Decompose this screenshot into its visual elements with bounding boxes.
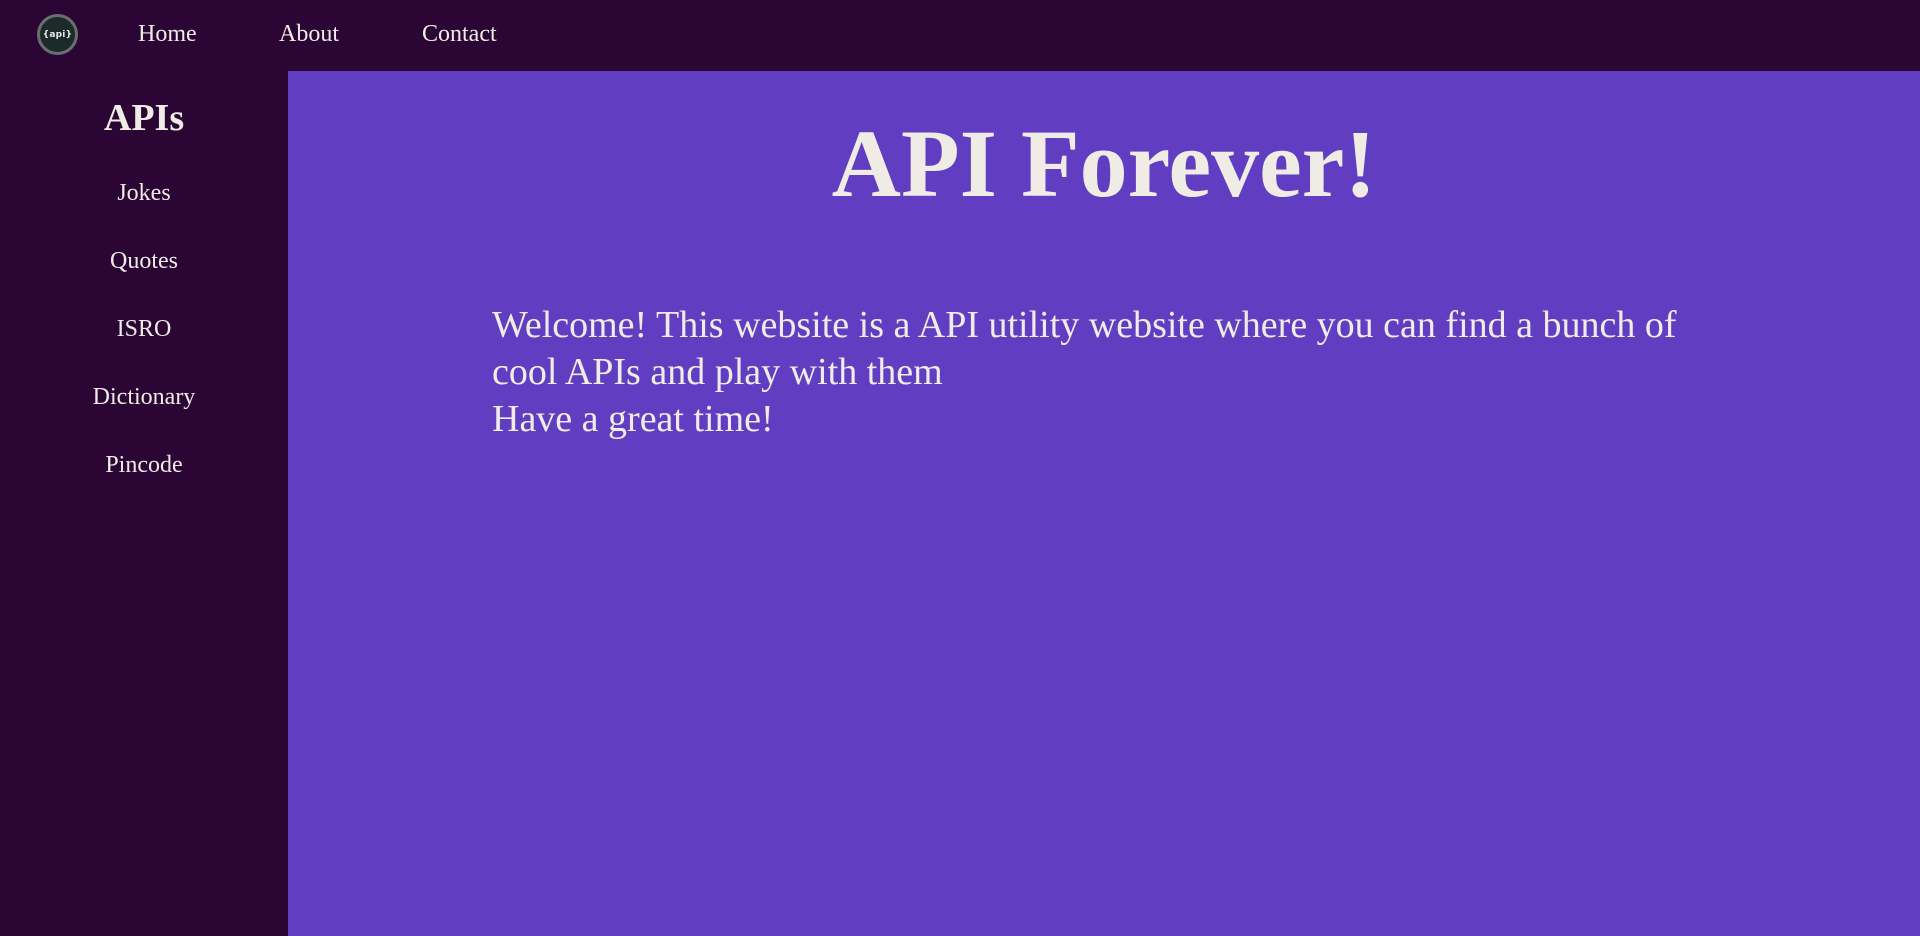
sidebar-item-pincode[interactable]: Pincode: [0, 450, 288, 480]
welcome-closing: Have a great time!: [492, 398, 774, 440]
top-navbar: {api} Home About Contact: [0, 0, 1920, 71]
page-title: API Forever!: [831, 110, 1377, 217]
sidebar-title: APIs: [103, 97, 185, 139]
api-logo-icon[interactable]: {api}: [37, 14, 78, 55]
nav-about-link[interactable]: About: [279, 19, 339, 49]
welcome-text: Welcome! This website is a API utility w…: [492, 302, 1742, 443]
main-content: API Forever! Welcome! This website is a …: [288, 71, 1920, 936]
sidebar-item-dictionary[interactable]: Dictionary: [0, 382, 288, 412]
welcome-message: Welcome! This website is a API utility w…: [492, 304, 1677, 393]
nav-home-link[interactable]: Home: [138, 19, 197, 49]
sidebar-item-isro[interactable]: ISRO: [0, 314, 288, 344]
sidebar-item-quotes[interactable]: Quotes: [0, 246, 288, 276]
nav-contact-link[interactable]: Contact: [422, 19, 497, 49]
sidebar: APIs Jokes Quotes ISRO Dictionary Pincod…: [0, 71, 288, 936]
sidebar-item-jokes[interactable]: Jokes: [0, 178, 288, 208]
